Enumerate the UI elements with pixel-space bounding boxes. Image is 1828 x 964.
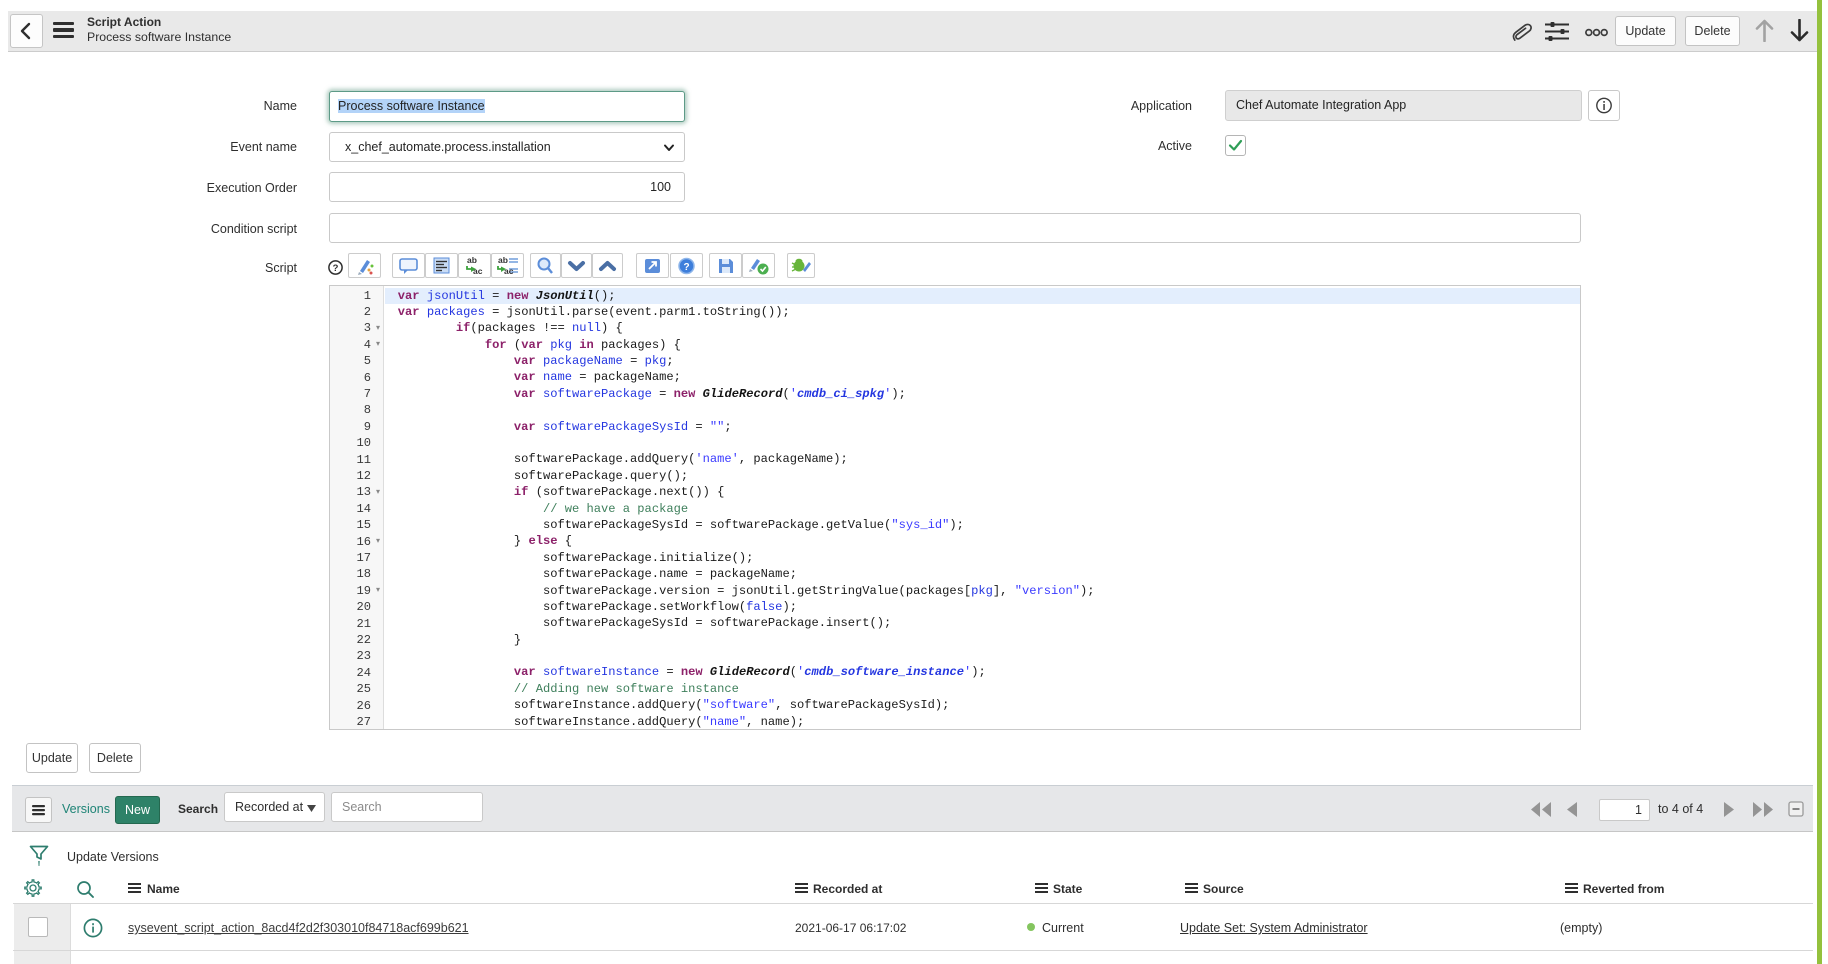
- svg-text:ac: ac: [504, 266, 514, 276]
- svg-text:ab: ab: [467, 255, 477, 265]
- svg-text:?: ?: [683, 262, 689, 273]
- svg-text:?: ?: [333, 263, 339, 274]
- svg-text:ac: ac: [473, 266, 483, 276]
- svg-text:ab: ab: [498, 255, 508, 265]
